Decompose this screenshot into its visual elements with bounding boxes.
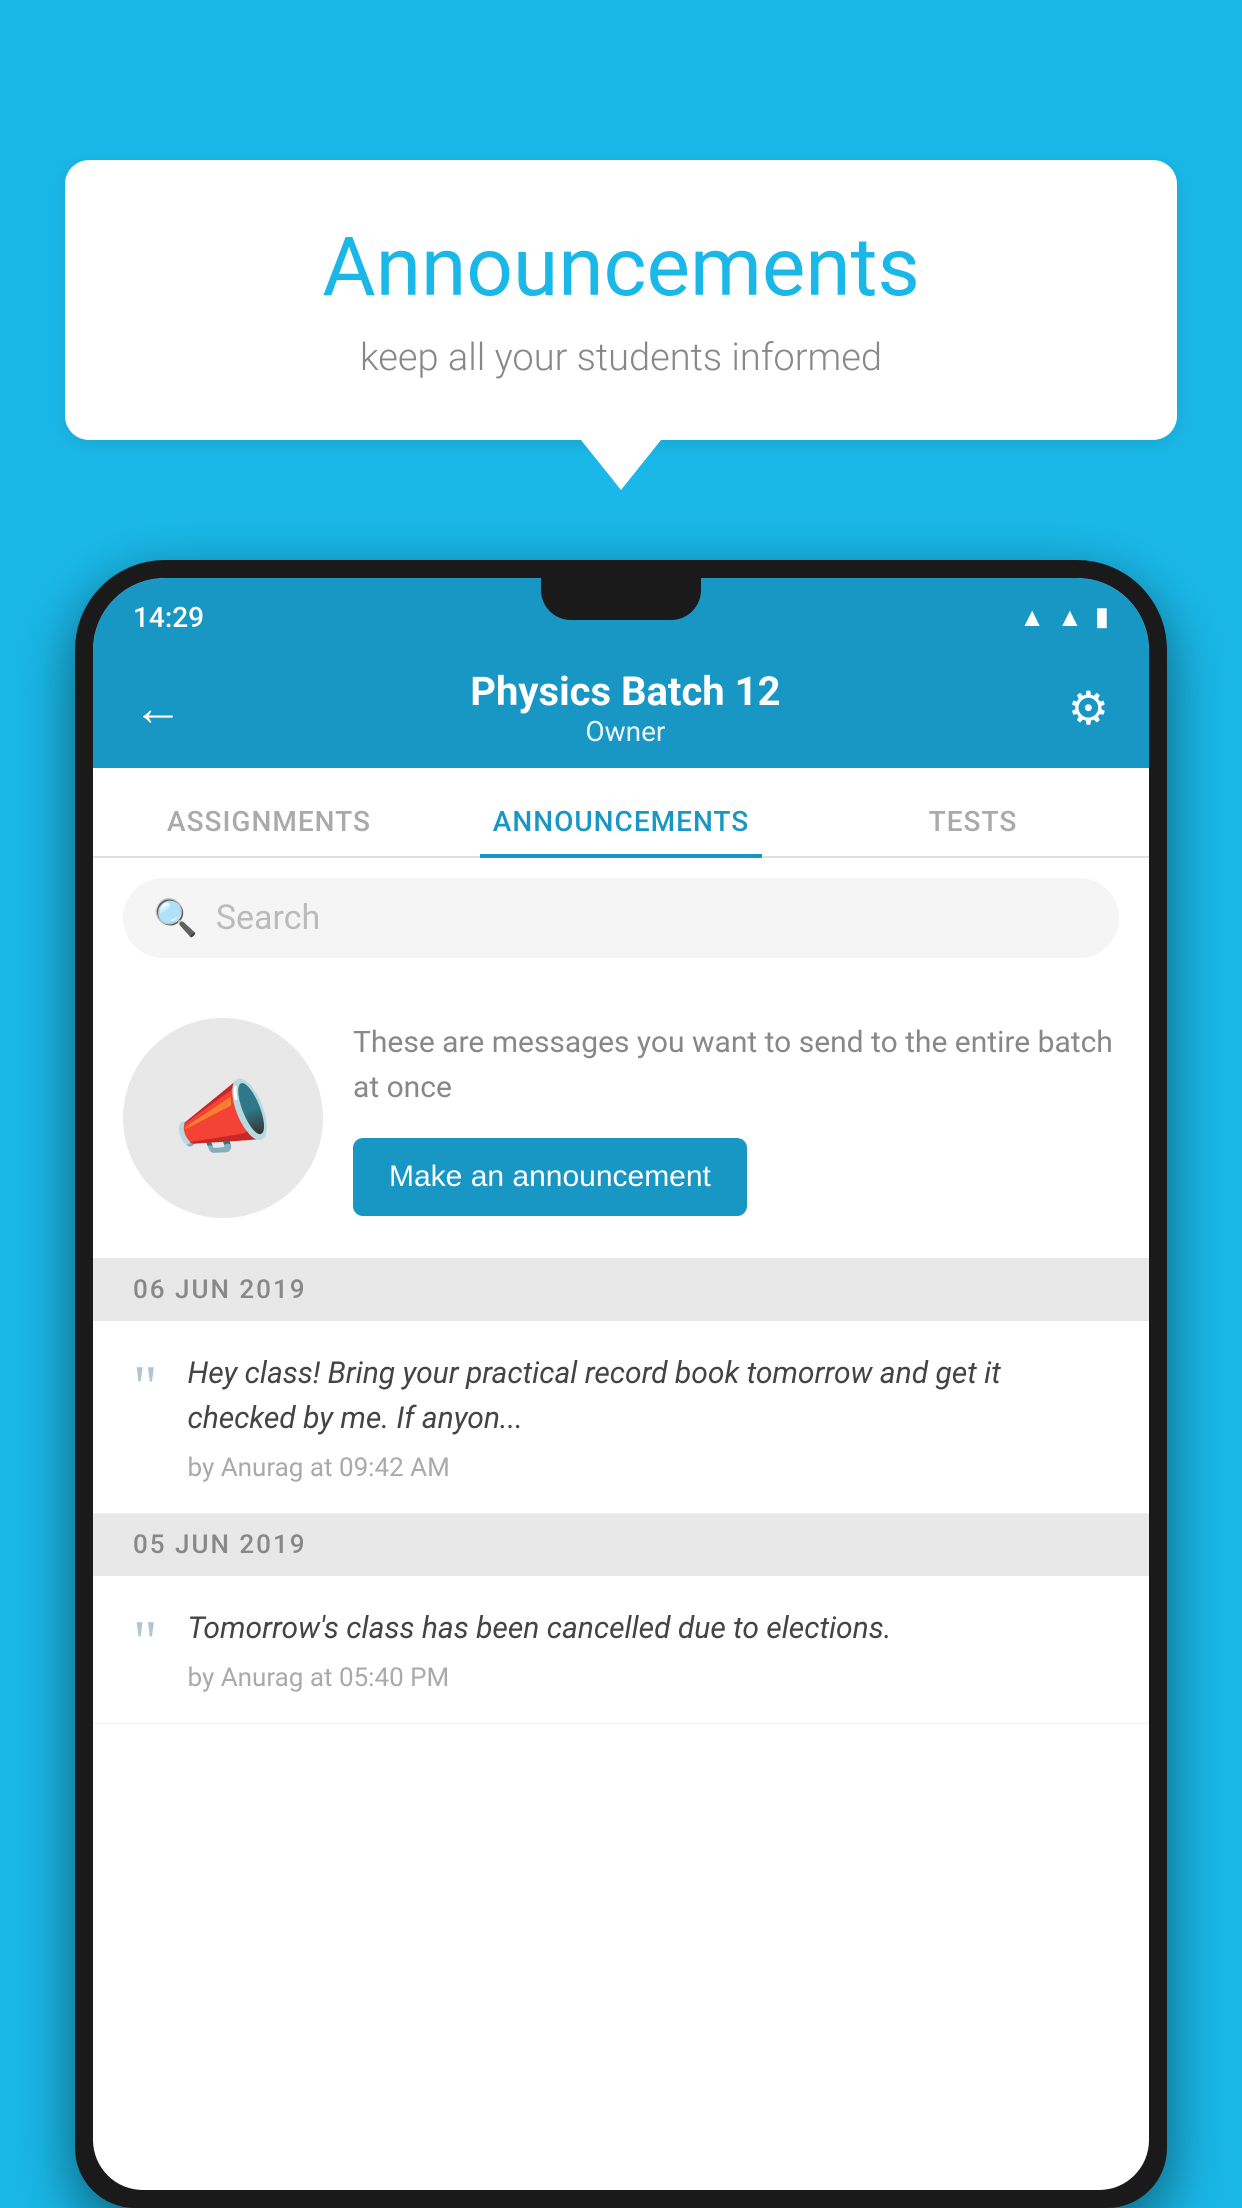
search-bar[interactable]: 🔍 Search — [123, 878, 1119, 958]
announcement-content-2: Tomorrow's class has been cancelled due … — [188, 1606, 1110, 1693]
search-icon: 🔍 — [153, 897, 198, 939]
quote-icon-1: " — [133, 1351, 158, 1417]
make-announcement-button[interactable]: Make an announcement — [353, 1138, 747, 1216]
phone-notch — [541, 578, 701, 620]
signal-icon: ▲ — [1057, 602, 1083, 633]
bubble-title: Announcements — [145, 220, 1097, 316]
speech-bubble-card: Announcements keep all your students inf… — [65, 160, 1177, 440]
speech-bubble-tail — [581, 440, 661, 490]
header-center: Physics Batch 12 Owner — [470, 668, 780, 748]
battery-icon: ▮ — [1095, 602, 1109, 632]
announcement-text-2: Tomorrow's class has been cancelled due … — [188, 1606, 1110, 1651]
header-subtitle: Owner — [470, 715, 780, 748]
promo-card: 📣 These are messages you want to send to… — [93, 978, 1149, 1259]
promo-right: These are messages you want to send to t… — [353, 1020, 1119, 1216]
intro-speech-bubble: Announcements keep all your students inf… — [65, 160, 1177, 490]
tabs-bar: ASSIGNMENTS ANNOUNCEMENTS TESTS — [93, 768, 1149, 858]
phone-screen: 14:29 ▲ ▲ ▮ ← Physics Batch 12 Owner ⚙ A… — [93, 578, 1149, 2190]
wifi-icon: ▲ — [1019, 602, 1045, 633]
app-header: ← Physics Batch 12 Owner ⚙ — [93, 648, 1149, 768]
announcement-content-1: Hey class! Bring your practical record b… — [188, 1351, 1110, 1483]
promo-description: These are messages you want to send to t… — [353, 1020, 1119, 1110]
content-scroll[interactable]: 🔍 Search 📣 These are messages you want t… — [93, 858, 1149, 2190]
announcement-item-1: " Hey class! Bring your practical record… — [93, 1321, 1149, 1514]
date-separator-1: 06 JUN 2019 — [93, 1259, 1149, 1321]
header-title: Physics Batch 12 — [470, 668, 780, 715]
search-container: 🔍 Search — [93, 858, 1149, 978]
phone-frame: 14:29 ▲ ▲ ▮ ← Physics Batch 12 Owner ⚙ A… — [75, 560, 1167, 2208]
quote-icon-2: " — [133, 1606, 158, 1672]
tab-assignments[interactable]: ASSIGNMENTS — [93, 805, 445, 856]
announcement-meta-1: by Anurag at 09:42 AM — [188, 1453, 1110, 1483]
status-time: 14:29 — [133, 601, 204, 634]
announcement-item-2: " Tomorrow's class has been cancelled du… — [93, 1576, 1149, 1724]
settings-icon[interactable]: ⚙ — [1068, 681, 1109, 736]
tab-tests[interactable]: TESTS — [797, 805, 1149, 856]
megaphone-circle: 📣 — [123, 1018, 323, 1218]
announcement-text-1: Hey class! Bring your practical record b… — [188, 1351, 1110, 1441]
back-button[interactable]: ← — [133, 679, 183, 738]
tab-announcements[interactable]: ANNOUNCEMENTS — [445, 805, 797, 856]
date-separator-2: 05 JUN 2019 — [93, 1514, 1149, 1576]
announcement-meta-2: by Anurag at 05:40 PM — [188, 1663, 1110, 1693]
bubble-subtitle: keep all your students informed — [145, 336, 1097, 380]
status-icons: ▲ ▲ ▮ — [1019, 602, 1109, 633]
megaphone-icon: 📣 — [173, 1071, 273, 1165]
search-placeholder: Search — [216, 898, 320, 938]
